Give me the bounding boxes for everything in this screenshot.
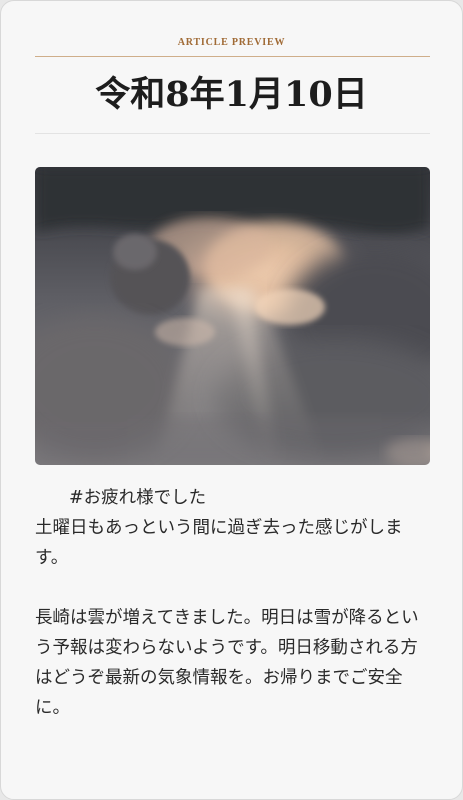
- title-divider: [35, 133, 430, 134]
- body-paragraph: 長崎は雲が増えてきました。明日は雪が降るという予報は変わらないようです。明日移動…: [35, 608, 419, 718]
- article-body: #お疲れ様でした 土曜日もあっという間に過ぎ去った感じがします。 長崎は雲が増え…: [35, 483, 435, 723]
- article-title: 令和8年1月10日: [95, 74, 368, 115]
- hashtag-text: #お疲れ様でした: [69, 488, 207, 508]
- article-preview-label: ARTICLE PREVIEW: [177, 37, 286, 48]
- body-paragraph: 土曜日もあっという間に過ぎ去った感じがします。: [35, 518, 403, 568]
- article-preview-card: ARTICLE PREVIEW 令和8年1月10日 #お疲れ様でした 土曜日もあ…: [0, 0, 463, 800]
- label-divider: [35, 56, 430, 57]
- article-photo: [35, 167, 430, 465]
